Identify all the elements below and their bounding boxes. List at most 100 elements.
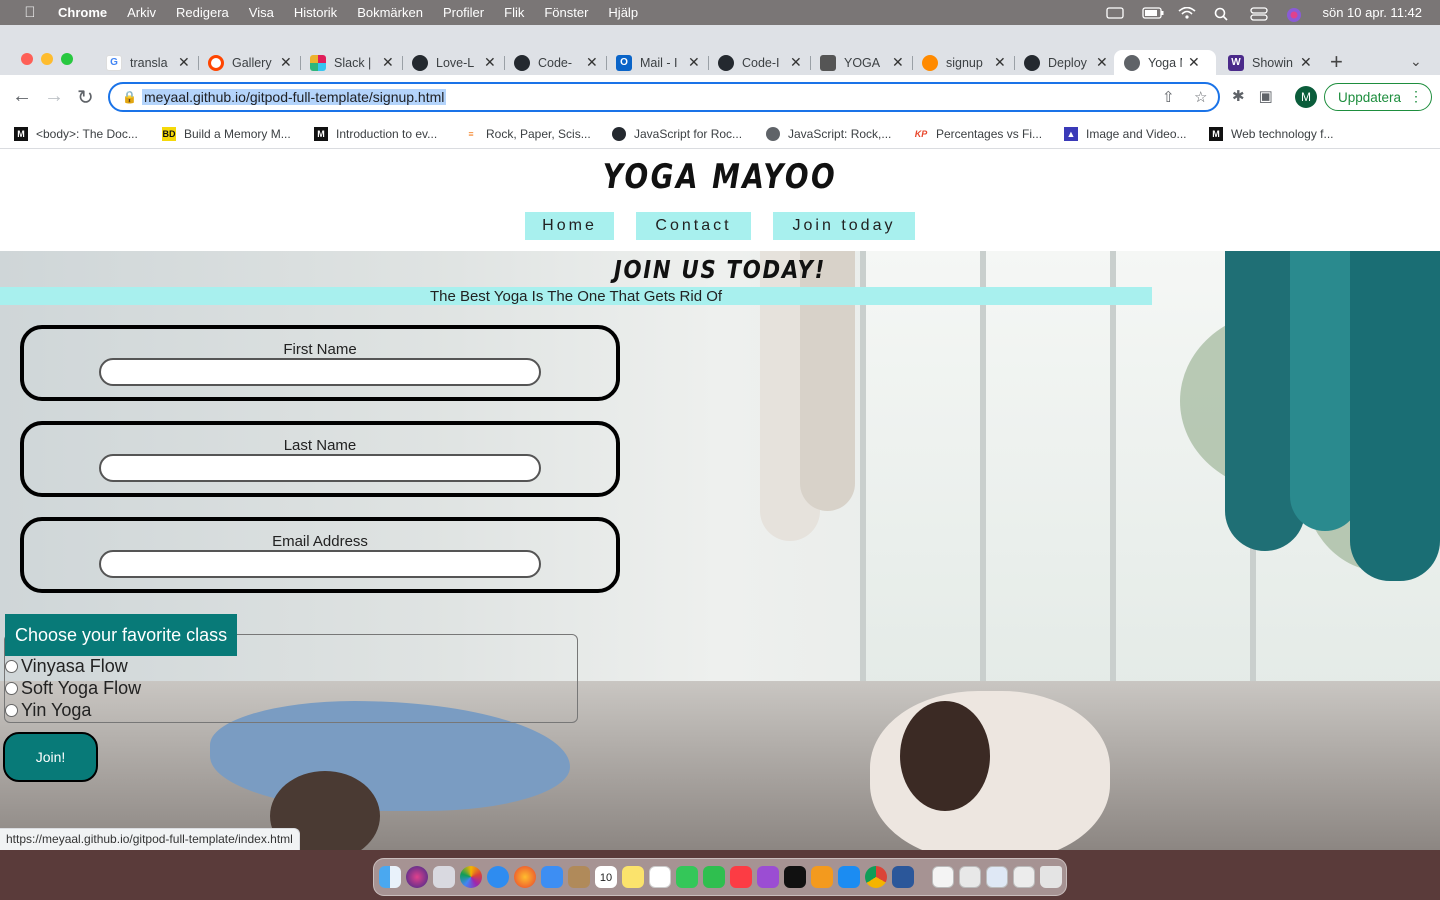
- word-icon[interactable]: [892, 866, 914, 888]
- window-icon[interactable]: [986, 866, 1008, 888]
- menu-fonster[interactable]: Fönster: [544, 5, 588, 20]
- tab-yoga[interactable]: YOGA ✕: [810, 50, 904, 75]
- trash-icon[interactable]: [1040, 866, 1062, 888]
- messages-icon[interactable]: [676, 866, 698, 888]
- radio-vinyasa-flow[interactable]: Vinyasa Flow: [5, 656, 128, 677]
- bookmark-web-tech[interactable]: M Web technology f...: [1209, 127, 1334, 141]
- tab-love-l[interactable]: Love-L ✕: [402, 50, 496, 75]
- tab-showing[interactable]: W Showin ✕: [1218, 50, 1312, 75]
- chrome-icon[interactable]: [865, 866, 887, 888]
- menu-visa[interactable]: Visa: [249, 5, 274, 20]
- menu-app-name[interactable]: Chrome: [58, 5, 107, 20]
- radio-button[interactable]: [5, 660, 18, 673]
- bookmark-percentages[interactable]: KP Percentages vs Fi...: [914, 127, 1042, 141]
- music-icon[interactable]: [730, 866, 752, 888]
- calendar-icon[interactable]: 10: [595, 866, 617, 888]
- extensions-puzzle-icon[interactable]: ✱: [1232, 87, 1245, 105]
- tab-search-chevron-icon[interactable]: ⌄: [1410, 53, 1422, 70]
- radio-button[interactable]: [5, 682, 18, 695]
- bookmark-body-doc[interactable]: M <body>: The Doc...: [14, 127, 138, 141]
- close-tab-icon[interactable]: ✕: [586, 54, 598, 71]
- reload-icon[interactable]: ↻: [77, 85, 94, 110]
- side-panel-icon[interactable]: ▣: [1259, 87, 1273, 105]
- tab-code-2[interactable]: Code-I ✕: [708, 50, 802, 75]
- siri-icon[interactable]: [406, 866, 428, 888]
- menu-hjalp[interactable]: Hjälp: [608, 5, 638, 20]
- radio-soft-yoga-flow[interactable]: Soft Yoga Flow: [5, 678, 141, 699]
- new-tab-plus-icon[interactable]: +: [1330, 49, 1343, 75]
- tv-icon[interactable]: [784, 866, 806, 888]
- bookmark-image-video[interactable]: ▲ Image and Video...: [1064, 127, 1187, 141]
- books-icon[interactable]: [811, 866, 833, 888]
- close-tab-icon[interactable]: ✕: [688, 54, 700, 71]
- tab-yoga-mayoo-active[interactable]: Yoga M ✕: [1114, 50, 1216, 75]
- close-tab-icon[interactable]: ✕: [1300, 54, 1312, 71]
- control-center-icon[interactable]: [1250, 6, 1269, 21]
- tab-slack[interactable]: Slack | ✕: [300, 50, 394, 75]
- address-url[interactable]: meyaal.github.io/gitpod-full-template/si…: [142, 89, 447, 105]
- wifi-icon[interactable]: [1178, 6, 1197, 19]
- bookmark-rock-paper[interactable]: ≡ Rock, Paper, Scis...: [464, 127, 590, 141]
- tab-gallery[interactable]: Gallery ✕: [198, 50, 292, 75]
- menu-bokmarken[interactable]: Bokmärken: [357, 5, 423, 20]
- firefox-icon[interactable]: [514, 866, 536, 888]
- apple-icon[interactable]: : [22, 4, 38, 21]
- mail-icon[interactable]: [541, 866, 563, 888]
- finder-window-icon[interactable]: [1013, 866, 1035, 888]
- finder-icon[interactable]: [379, 866, 401, 888]
- photos-icon[interactable]: [460, 866, 482, 888]
- update-button[interactable]: Uppdatera ⋮: [1324, 83, 1432, 111]
- screen-mirroring-icon[interactable]: [1106, 6, 1125, 19]
- tab-deploy[interactable]: Deploy ✕: [1014, 50, 1108, 75]
- close-tab-icon[interactable]: ✕: [892, 54, 904, 71]
- close-tab-icon[interactable]: ✕: [994, 54, 1006, 71]
- podcasts-icon[interactable]: [757, 866, 779, 888]
- contacts-icon[interactable]: [568, 866, 590, 888]
- forward-arrow-icon[interactable]: →: [44, 85, 64, 108]
- battery-icon[interactable]: [1142, 6, 1164, 19]
- launchpad-icon[interactable]: [433, 866, 455, 888]
- reminders-icon[interactable]: [649, 866, 671, 888]
- more-vert-icon[interactable]: ⋮: [1409, 88, 1423, 105]
- bookmark-js-rock-gh[interactable]: JavaScript for Roc...: [612, 127, 742, 141]
- bookmark-intro-events[interactable]: M Introduction to ev...: [314, 127, 437, 141]
- nav-home[interactable]: Home: [525, 212, 614, 240]
- profile-avatar[interactable]: M: [1295, 86, 1317, 108]
- close-tab-icon[interactable]: ✕: [790, 54, 802, 71]
- tab-translate[interactable]: G transla ✕: [96, 50, 190, 75]
- notes-icon[interactable]: [622, 866, 644, 888]
- join-submit-button[interactable]: Join!: [3, 732, 98, 782]
- address-bar[interactable]: 🔒 meyaal.github.io/gitpod-full-template/…: [108, 82, 1220, 112]
- radio-yin-yoga[interactable]: Yin Yoga: [5, 700, 91, 721]
- nav-contact[interactable]: Contact: [636, 212, 751, 240]
- tab-mail[interactable]: O Mail - I ✕: [606, 50, 700, 75]
- close-tab-icon[interactable]: ✕: [484, 54, 496, 71]
- menu-redigera[interactable]: Redigera: [176, 5, 229, 20]
- back-arrow-icon[interactable]: ←: [12, 85, 32, 108]
- menu-profiler[interactable]: Profiler: [443, 5, 484, 20]
- close-tab-icon[interactable]: ✕: [178, 54, 190, 71]
- screenshot-icon[interactable]: [959, 866, 981, 888]
- lock-icon[interactable]: 🔒: [122, 90, 137, 104]
- facetime-icon[interactable]: [703, 866, 725, 888]
- minimize-window-button[interactable]: [41, 53, 53, 65]
- menu-arkiv[interactable]: Arkiv: [127, 5, 156, 20]
- site-title[interactable]: YOGA MAYOO: [130, 157, 1311, 197]
- close-window-button[interactable]: [21, 53, 33, 65]
- last-name-input[interactable]: [99, 454, 541, 482]
- share-icon[interactable]: ⇧: [1162, 88, 1175, 106]
- radio-button[interactable]: [5, 704, 18, 717]
- bookmark-js-rock[interactable]: JavaScript: Rock,...: [766, 127, 891, 141]
- first-name-input[interactable]: [99, 358, 541, 386]
- zoom-window-button[interactable]: [61, 53, 73, 65]
- close-tab-icon[interactable]: ✕: [382, 54, 394, 71]
- spotlight-search-icon[interactable]: [1214, 7, 1232, 21]
- close-tab-icon[interactable]: ✕: [1096, 54, 1108, 71]
- nav-join-today[interactable]: Join today: [773, 212, 915, 240]
- preview-icon[interactable]: [932, 866, 954, 888]
- tab-signup[interactable]: signup ✕: [912, 50, 1006, 75]
- email-input[interactable]: [99, 550, 541, 578]
- safari-icon[interactable]: [487, 866, 509, 888]
- siri-icon[interactable]: [1286, 7, 1304, 22]
- menu-flik[interactable]: Flik: [504, 5, 524, 20]
